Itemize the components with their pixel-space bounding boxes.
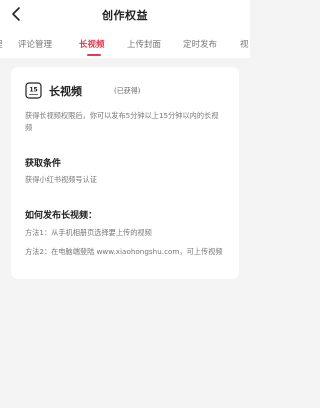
tab-partial-right[interactable]: 视	[240, 38, 249, 50]
page: 创作权益 理 评论管理 长视频 上传封面 定时发布 视 15 长视频 (已获得)…	[0, 0, 250, 408]
svg-text:15: 15	[29, 87, 37, 94]
top-bar: 创作权益	[0, 0, 250, 30]
description-text: 获得长视频权限后，你可以发布5分钟以上15分钟以内的长视频	[25, 111, 219, 132]
tab-comment-management[interactable]: 评论管理	[18, 38, 52, 50]
conditions-heading: 获取条件	[25, 159, 62, 169]
tab-long-video[interactable]: 长视频	[79, 38, 105, 50]
page-title: 创作权益	[102, 9, 148, 22]
howto-heading: 如何发布长视频：	[25, 211, 98, 221]
method-2-text: 方法2：在电脑端登陆 www.xiaohongshu.com，可上传视频	[25, 247, 223, 256]
active-tab-indicator	[87, 54, 101, 56]
card-title: 长视频	[49, 85, 82, 98]
benefit-card: 15 长视频 (已获得) 获得长视频权限后，你可以发布5分钟以上15分钟以内的长…	[11, 67, 239, 279]
long-video-icon: 15	[25, 82, 42, 99]
method-1-text: 方法1：从手机相册页选择要上传的视频	[25, 228, 152, 237]
status-badge: (已获得)	[114, 87, 141, 95]
conditions-text: 获得小红书视频号认证	[25, 175, 97, 184]
tab-bar: 理 评论管理 长视频 上传封面 定时发布 视	[0, 30, 250, 58]
tab-upload-cover[interactable]: 上传封面	[127, 38, 161, 50]
tab-partial-left[interactable]: 理	[0, 38, 3, 50]
tab-scheduled-publish[interactable]: 定时发布	[183, 38, 217, 50]
